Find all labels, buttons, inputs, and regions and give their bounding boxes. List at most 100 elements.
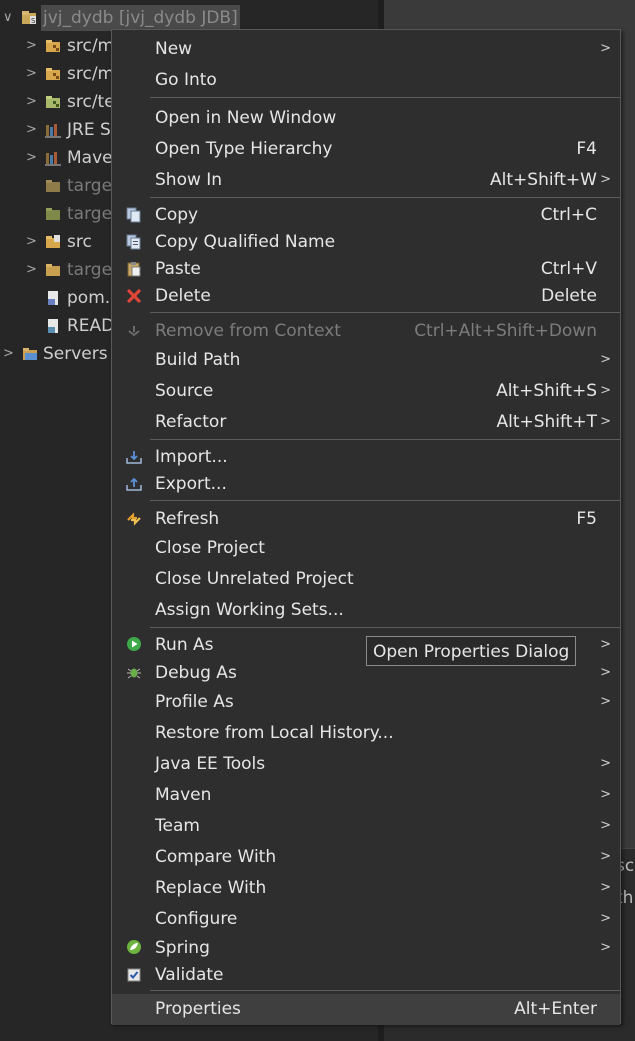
chevron-right-icon[interactable]: > (26, 33, 37, 59)
menu-item-close-unrelated-project[interactable]: Close Unrelated Project (112, 564, 620, 594)
menu-item-maven[interactable]: Maven > (112, 780, 620, 810)
chevron-right-icon[interactable]: > (26, 229, 37, 255)
export-icon (126, 477, 142, 491)
chevron-down-icon[interactable]: ∨ (3, 5, 13, 31)
menu-item-restore-local-history[interactable]: Restore from Local History... (112, 718, 620, 748)
menu-item-delete[interactable]: Delete Delete (112, 283, 620, 310)
tree-row[interactable]: > Servers (0, 341, 120, 367)
menu-item-label: Go Into (155, 70, 217, 90)
tree-row[interactable]: > src/m (0, 33, 120, 59)
menu-item-label: Properties (155, 999, 241, 1019)
menu-separator (150, 500, 620, 501)
java-package-folder-icon (46, 68, 60, 80)
menu-item-export[interactable]: Export... (112, 471, 620, 498)
menu-separator (150, 439, 620, 440)
menu-item-configure[interactable]: Configure > (112, 904, 620, 934)
tree-row[interactable]: > JRE Sy (0, 117, 121, 143)
menu-item-label: Copy (155, 205, 199, 225)
menu-item-open-new-window[interactable]: Open in New Window (112, 103, 620, 133)
menu-item-label: Refactor (155, 412, 227, 432)
menu-item-copy-qualified-name[interactable]: Copy Qualified Name (112, 229, 620, 256)
menu-item-copy[interactable]: Copy Ctrl+C (112, 202, 620, 229)
chevron-right-icon[interactable]: > (26, 257, 37, 283)
chevron-right-icon[interactable]: > (26, 145, 37, 171)
chevron-right-icon[interactable]: > (26, 89, 37, 115)
chevron-right-icon: > (600, 787, 611, 802)
menu-item-label: Replace With (155, 878, 267, 898)
menu-item-label: Show In (155, 170, 223, 190)
menu-separator (150, 197, 620, 198)
menu-item-label: Remove from Context (155, 321, 341, 341)
folder-icon (46, 264, 60, 276)
chevron-right-icon: > (600, 694, 611, 709)
menu-separator (150, 990, 620, 991)
tree-row[interactable]: target (0, 173, 120, 199)
remove-from-context-icon (128, 326, 140, 337)
tree-row[interactable]: > src/m (0, 61, 120, 87)
tree-row[interactable]: target (0, 201, 120, 227)
menu-item-label: New (155, 39, 193, 59)
menu-item-remove-from-context[interactable]: Remove from Context Ctrl+Alt+Shift+Down (112, 316, 620, 346)
folder-icon (46, 208, 60, 220)
menu-item-replace-with[interactable]: Replace With > (112, 873, 620, 903)
menu-item-spring[interactable]: Spring > (112, 934, 620, 962)
tree-row[interactable]: > src (0, 229, 120, 255)
tree-item-label: src (67, 232, 92, 252)
tree-row[interactable]: > target (0, 257, 120, 283)
ide-window: ∨ S jvj_dydb [jvj_dydb JDB] > src/m > sr… (0, 0, 635, 1041)
chevron-right-icon: > (600, 880, 611, 895)
chevron-right-icon[interactable]: > (26, 117, 37, 143)
menu-item-label: Run As (155, 635, 214, 655)
menu-item-go-into[interactable]: Go Into (112, 65, 620, 95)
chevron-right-icon[interactable]: > (26, 61, 37, 87)
svg-text:S: S (31, 17, 36, 25)
menu-item-label: Restore from Local History... (155, 723, 394, 743)
tree-item-label: Servers (43, 344, 108, 364)
menu-item-label: Debug As (155, 663, 237, 683)
menu-item-profile-as[interactable]: Profile As > (112, 687, 620, 717)
menu-item-open-type-hierarchy[interactable]: Open Type Hierarchy F4 (112, 134, 620, 164)
java-package-folder-icon (46, 96, 60, 108)
menu-item-label: Export... (155, 474, 227, 494)
menu-item-label: Open in New Window (155, 108, 337, 128)
tree-item-label: src/m (67, 64, 115, 84)
menu-item-close-project[interactable]: Close Project (112, 533, 620, 563)
copy-icon (126, 207, 141, 223)
menu-separator (150, 97, 620, 98)
menu-item-refresh[interactable]: Refresh F5 (112, 504, 620, 534)
chevron-right-icon: > (600, 172, 611, 187)
tree-row[interactable]: > src/te (0, 89, 120, 115)
chevron-right-icon: > (600, 414, 611, 429)
menu-item-shortcut: Delete (541, 286, 597, 306)
menu-item-paste[interactable]: Paste Ctrl+V (112, 256, 620, 283)
menu-item-show-in[interactable]: Show In Alt+Shift+W > (112, 165, 620, 195)
tree-row[interactable]: pom. (0, 285, 120, 311)
menu-item-label: Spring (155, 938, 210, 958)
tree-row[interactable]: > Mave (0, 145, 120, 171)
menu-item-shortcut: F4 (576, 139, 597, 159)
menu-item-compare-with[interactable]: Compare With > (112, 842, 620, 872)
menu-item-assign-working-sets[interactable]: Assign Working Sets... (112, 595, 620, 625)
menu-item-build-path[interactable]: Build Path > (112, 345, 620, 375)
tree-row[interactable]: READ (0, 313, 120, 339)
menu-item-label: Delete (155, 286, 211, 306)
xml-file-icon (48, 291, 58, 305)
menu-item-source[interactable]: Source Alt+Shift+S > (112, 376, 620, 406)
chevron-right-icon: > (600, 849, 611, 864)
menu-item-label: Configure (155, 909, 238, 929)
menu-item-shortcut: Ctrl+V (540, 259, 597, 279)
chevron-right-icon[interactable]: > (3, 341, 14, 367)
menu-item-label: Java EE Tools (155, 754, 266, 774)
menu-item-label: Import... (155, 447, 228, 467)
menu-item-import[interactable]: Import... (112, 444, 620, 471)
menu-item-validate[interactable]: Validate (112, 962, 620, 989)
menu-item-refactor[interactable]: Refactor Alt+Shift+T > (112, 407, 620, 437)
menu-item-properties[interactable]: Properties Alt+Enter (112, 994, 620, 1025)
menu-item-new[interactable]: New > (112, 34, 620, 64)
menu-item-java-ee-tools[interactable]: Java EE Tools > (112, 749, 620, 779)
menu-item-label: Compare With (155, 847, 277, 867)
context-menu: New > Go Into Open in New Window Open Ty… (111, 29, 621, 1025)
menu-item-team[interactable]: Team > (112, 811, 620, 841)
tree-row-project[interactable]: ∨ S jvj_dydb [jvj_dydb JDB] (0, 5, 240, 31)
menu-item-shortcut: Alt+Shift+T (496, 412, 597, 432)
